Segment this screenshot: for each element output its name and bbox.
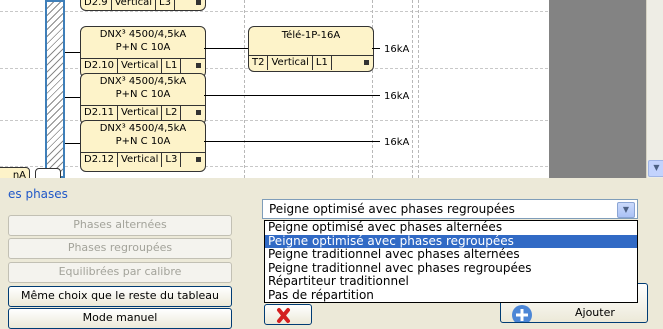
breaker-poles: P+N C 10A bbox=[115, 42, 171, 53]
breaker-ref: D2.9 bbox=[81, 0, 112, 10]
plus-icon bbox=[512, 305, 532, 322]
option-peigne-optimise-alternees[interactable]: Peigne optimisé avec phases alternées bbox=[265, 220, 637, 235]
breaking-capacity: 16kA bbox=[384, 137, 410, 148]
square-marker-icon bbox=[196, 110, 201, 115]
remote-ref: T2 bbox=[249, 56, 269, 70]
disabled-column bbox=[549, 0, 646, 178]
breaker-phase: L2 bbox=[162, 106, 182, 120]
breaker-phase: L3 bbox=[156, 0, 175, 10]
breaker-ref: D2.12 bbox=[81, 153, 118, 167]
option-repartiteur-traditionnel[interactable]: Répartiteur traditionnel bbox=[265, 274, 637, 289]
breaker-orientation: Vertical bbox=[118, 59, 163, 73]
breaker-partial-left[interactable]: nA bbox=[0, 167, 30, 178]
remote-orientation: Vertical bbox=[268, 56, 313, 70]
option-peigne-traditionnel-alternees[interactable]: Peigne traditionnel avec phases alternée… bbox=[265, 247, 637, 262]
option-peigne-traditionnel-regroupees[interactable]: Peigne traditionnel avec phases regroupé… bbox=[265, 261, 637, 276]
busbar bbox=[45, 0, 65, 178]
breaker-ref: D2.10 bbox=[81, 59, 118, 73]
breaker-model: DNX³ 4500/4,5kA bbox=[99, 123, 187, 134]
empty-slot[interactable] bbox=[35, 168, 61, 178]
breaking-capacity: 16kA bbox=[384, 91, 410, 102]
breaker-orientation: Vertical bbox=[118, 106, 163, 120]
scroll-down-button[interactable]: ▼ bbox=[648, 160, 663, 177]
breaking-capacity: 16kA bbox=[384, 44, 410, 55]
chevron-down-icon[interactable]: ▼ bbox=[617, 202, 635, 218]
breaker-orientation: Vertical bbox=[118, 153, 163, 167]
breaker-phase: L1 bbox=[162, 59, 182, 73]
vertical-scrollbar[interactable]: ▼ bbox=[646, 0, 663, 178]
phases-alternees-button[interactable]: Phases alternées bbox=[8, 215, 232, 236]
option-peigne-optimise-regroupees[interactable]: Peigne optimisé avec phases regroupées bbox=[265, 234, 637, 248]
remote-name: Télé-1P-16A bbox=[281, 30, 341, 41]
schematic-canvas[interactable]: ▼ D2.9 Vertical L3 DNX³ 4500/4,5kA P+N C… bbox=[0, 0, 663, 178]
phases-section-title: es phases bbox=[8, 187, 68, 201]
breaker-d2-12[interactable]: DNX³ 4500/4,5kA P+N C 10A D2.12 Vertical… bbox=[80, 120, 206, 172]
square-marker-icon bbox=[196, 0, 201, 5]
breaker-orientation: Vertical bbox=[112, 0, 157, 10]
breaker-model: DNX³ 4500/4,5kA bbox=[99, 29, 187, 40]
meme-choix-button[interactable]: Même choix que le reste du tableau bbox=[8, 286, 232, 307]
partial-left-label: nA bbox=[12, 170, 26, 178]
distribution-select[interactable]: Peigne optimisé avec phases regroupées ▼ bbox=[262, 199, 638, 219]
breaker-model: DNX³ 4500/4,5kA bbox=[99, 76, 187, 87]
breaker-poles: P+N C 10A bbox=[115, 136, 171, 147]
select-value: Peigne optimisé avec phases regroupées bbox=[269, 202, 515, 216]
delete-button[interactable] bbox=[264, 304, 312, 325]
close-icon bbox=[277, 308, 290, 323]
breaker-partial-top[interactable]: D2.9 Vertical L3 bbox=[80, 0, 206, 11]
equilibrees-par-calibre-button[interactable]: Equilibrées par calibre bbox=[8, 262, 232, 283]
mode-manuel-button[interactable]: Mode manuel bbox=[8, 308, 232, 329]
breaker-d2-11[interactable]: DNX³ 4500/4,5kA P+N C 10A D2.11 Vertical… bbox=[80, 73, 206, 125]
distribution-dropdown-list[interactable]: Peigne optimisé avec phases alternées Pe… bbox=[264, 220, 638, 303]
option-pas-de-repartition[interactable]: Pas de répartition bbox=[265, 288, 637, 303]
square-marker-icon bbox=[196, 63, 201, 68]
remote-phase: L1 bbox=[313, 56, 332, 70]
breaker-poles: P+N C 10A bbox=[115, 89, 171, 100]
square-marker-icon bbox=[364, 60, 369, 65]
remote-switch-t2[interactable]: Télé-1P-16A T2 Vertical L1 bbox=[248, 26, 374, 72]
square-marker-icon bbox=[196, 157, 201, 162]
breaker-phase: L3 bbox=[162, 153, 182, 167]
add-button-label: Ajouter bbox=[575, 306, 615, 319]
breaker-ref: D2.11 bbox=[81, 106, 118, 120]
breaker-d2-10[interactable]: DNX³ 4500/4,5kA P+N C 10A D2.10 Vertical… bbox=[80, 26, 206, 78]
phases-regroupees-button[interactable]: Phases regroupées bbox=[8, 238, 232, 259]
